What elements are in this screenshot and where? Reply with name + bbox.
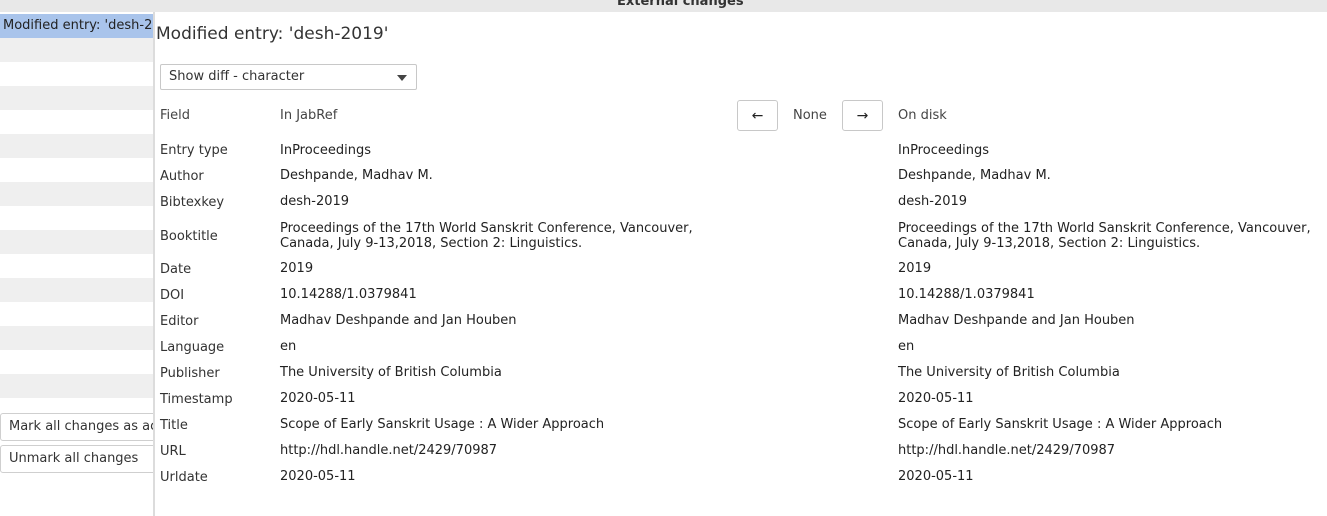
disk-value: InProceedings [898, 143, 989, 158]
jabref-value: en [280, 339, 297, 354]
empty-list-row [0, 86, 154, 110]
jabref-value: The University of British Columbia [280, 365, 502, 380]
jabref-value: Deshpande, Madhav M. [280, 168, 433, 183]
empty-list-row [0, 38, 154, 62]
empty-list-row [0, 134, 154, 158]
diff-mode-select[interactable]: Show diff - character [160, 64, 417, 90]
empty-list-row [0, 278, 154, 302]
changes-list[interactable]: Modified entry: 'desh-2019' Mark all cha… [0, 12, 154, 516]
on-disk-column-header: On disk [898, 108, 947, 123]
mark-all-accepted-button[interactable]: Mark all changes as accepted [0, 413, 154, 441]
none-radio-label[interactable]: None [793, 108, 827, 123]
field-label: DOI [160, 288, 185, 303]
empty-list-row [0, 326, 154, 350]
window-titlebar: External changes [0, 0, 1327, 12]
jabref-value: http://hdl.handle.net/2429/70987 [280, 443, 498, 458]
disk-value: Madhav Deshpande and Jan Houben [898, 313, 1135, 328]
empty-list-row [0, 182, 154, 206]
list-item[interactable]: Modified entry: 'desh-2019' [0, 14, 154, 38]
disk-value: 2020-05-11 [898, 391, 974, 406]
jabref-value: Madhav Deshpande and Jan Houben [280, 313, 517, 328]
field-label: Title [160, 418, 188, 433]
empty-list-row [0, 350, 154, 374]
disk-value: 2020-05-11 [898, 469, 974, 484]
field-label: Publisher [160, 366, 220, 381]
field-label: Urldate [160, 470, 208, 485]
empty-list-row [0, 254, 154, 278]
disk-value: Deshpande, Madhav M. [898, 168, 1051, 183]
field-label: Bibtexkey [160, 195, 225, 210]
disk-value: desh-2019 [898, 194, 968, 209]
empty-list-row [0, 302, 154, 326]
jabref-value: 2019 [280, 261, 314, 276]
empty-list-row [0, 230, 154, 254]
field-label: Date [160, 262, 192, 277]
field-label: Booktitle [160, 229, 218, 244]
list-item-label: Modified entry: 'desh-2019' [3, 18, 154, 33]
field-label: Editor [160, 314, 199, 329]
pane-divider[interactable] [153, 12, 155, 516]
disk-value: The University of British Columbia [898, 365, 1120, 380]
unmark-all-button[interactable]: Unmark all changes [0, 445, 154, 473]
field-label: Author [160, 169, 204, 184]
jabref-value: desh-2019 [280, 194, 350, 209]
accept-left-button[interactable]: ← [737, 100, 778, 131]
diff-mode-value: Show diff - character [169, 69, 305, 84]
jabref-value: InProceedings [280, 143, 371, 158]
field-label: Language [160, 340, 225, 355]
field-column-header: Field [160, 108, 191, 123]
jabref-value: 2020-05-11 [280, 391, 356, 406]
chevron-down-icon [397, 75, 407, 81]
disk-value: Proceedings of the 17th World Sanskrit C… [898, 221, 1311, 251]
disk-value: en [898, 339, 915, 354]
field-label: Timestamp [160, 392, 233, 407]
empty-list-row [0, 110, 154, 134]
empty-list-row [0, 62, 154, 86]
disk-value: 10.14288/1.0379841 [898, 287, 1035, 302]
empty-list-row [0, 374, 154, 398]
field-label: Entry type [160, 143, 228, 158]
disk-value: http://hdl.handle.net/2429/70987 [898, 443, 1116, 458]
field-label: URL [160, 444, 186, 459]
right-arrow-icon: → [856, 107, 869, 124]
accept-right-button[interactable]: → [842, 100, 883, 131]
in-jabref-column-header: In JabRef [280, 108, 338, 123]
page-title: Modified entry: 'desh-2019' [156, 24, 389, 44]
empty-list-row [0, 158, 154, 182]
window-title: External changes [617, 0, 744, 9]
jabref-value: 10.14288/1.0379841 [280, 287, 417, 302]
disk-value: Scope of Early Sanskrit Usage : A Wider … [898, 417, 1223, 432]
jabref-value: Scope of Early Sanskrit Usage : A Wider … [280, 417, 605, 432]
disk-value: 2019 [898, 261, 932, 276]
left-arrow-icon: ← [751, 107, 764, 124]
jabref-value: 2020-05-11 [280, 469, 356, 484]
empty-list-row [0, 206, 154, 230]
jabref-value: Proceedings of the 17th World Sanskrit C… [280, 221, 693, 251]
